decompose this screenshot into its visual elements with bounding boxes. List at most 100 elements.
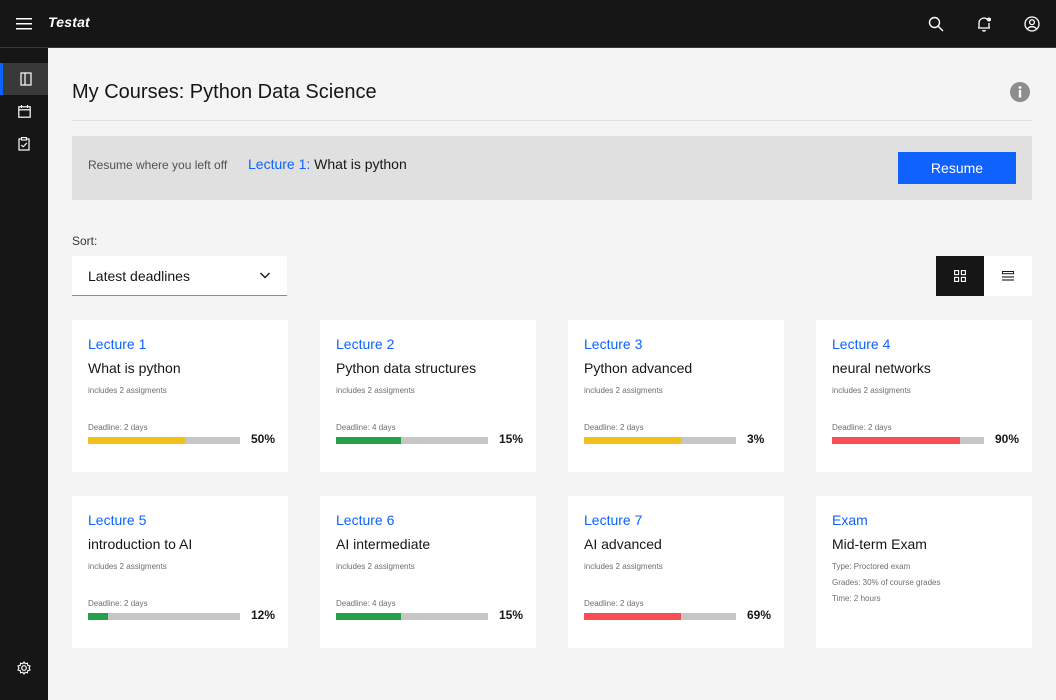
app-brand[interactable]: Testat [48,14,90,30]
card-subtitle: includes 2 assigments [88,386,167,395]
progress-track [88,437,240,444]
clipboard-icon [18,137,30,151]
card-title: What is python [88,360,181,376]
exam-grades: Grades: 30% of course grades [832,578,941,587]
nav-item-courses[interactable] [0,63,48,95]
sort-dropdown[interactable]: Latest deadlines [72,256,287,296]
book-icon [19,72,32,86]
card-deadline: Deadline: 2 days [584,599,644,608]
progress-track [88,613,240,620]
progress-fill [88,437,186,444]
resume-button[interactable]: Resume [898,152,1016,184]
search-icon [928,16,944,32]
exam-time: Time: 2 hours [832,594,881,603]
calendar-icon [17,104,31,118]
card-percent: 12% [251,608,276,622]
top-bar: Testat [0,0,1056,48]
progress-track [584,613,736,620]
list-view-button[interactable] [984,256,1032,296]
progress-track [584,437,736,444]
card-title: AI intermediate [336,536,431,552]
card-lecture-label[interactable]: Lecture 2 [336,336,394,352]
page-title: My Courses: Python Data Science [72,81,377,103]
card-lecture-label[interactable]: Lecture 6 [336,512,394,528]
course-card-lecture-2[interactable]: Lecture 2 Python data structures include… [320,320,536,472]
exam-label[interactable]: Exam [832,512,868,528]
card-percent: 15% [499,432,524,446]
side-nav [0,48,48,700]
search-button[interactable] [912,0,960,48]
resume-lecture-link[interactable]: Lecture 1: What is python [248,156,407,172]
resume-lecture-topic: What is python [314,156,407,172]
course-card-lecture-4[interactable]: Lecture 4 neural networks includes 2 ass… [816,320,1032,472]
nav-item-assignments[interactable] [0,128,48,160]
card-deadline: Deadline: 2 days [88,423,148,432]
progress-fill [584,437,682,444]
card-subtitle: includes 2 assigments [336,386,415,395]
card-subtitle: includes 2 assigments [584,386,663,395]
title-divider [72,120,1032,121]
chevron-down-icon [260,272,270,279]
card-lecture-label[interactable]: Lecture 5 [88,512,146,528]
list-icon [1002,271,1014,281]
course-card-lecture-6[interactable]: Lecture 6 AI intermediate includes 2 ass… [320,496,536,648]
progress-track [336,437,488,444]
view-toggle [936,256,1032,296]
card-subtitle: includes 2 assigments [336,562,415,571]
card-lecture-label[interactable]: Lecture 7 [584,512,642,528]
card-percent: 50% [251,432,276,446]
settings-icon [17,661,31,675]
card-percent: 69% [747,608,772,622]
progress-track [336,613,488,620]
info-icon[interactable] [1008,80,1032,104]
card-percent: 90% [995,432,1020,446]
course-card-lecture-3[interactable]: Lecture 3 Python advanced includes 2 ass… [568,320,784,472]
user-icon [1024,16,1040,32]
notification-icon [978,17,991,32]
sort-label: Sort: [72,234,98,248]
card-percent: 3% [747,432,765,446]
card-subtitle: includes 2 assigments [88,562,167,571]
card-deadline: Deadline: 4 days [336,423,396,432]
card-title: Python data structures [336,360,477,376]
card-deadline: Deadline: 4 days [336,599,396,608]
progress-track [832,437,984,444]
card-title: Python advanced [584,360,693,376]
progress-fill [584,613,682,620]
exam-title: Mid-term Exam [832,536,927,552]
menu-button[interactable] [0,0,48,48]
card-title: introduction to AI [88,536,193,552]
course-card-lecture-5[interactable]: Lecture 5 introduction to AI includes 2 … [72,496,288,648]
settings-button[interactable] [0,652,48,684]
card-deadline: Deadline: 2 days [832,423,892,432]
grid-icon [954,270,966,282]
notification-button[interactable] [960,0,1008,48]
sort-value: Latest deadlines [88,268,190,284]
menu-icon [16,18,32,30]
progress-fill [336,613,402,620]
nav-item-calendar[interactable] [0,95,48,127]
card-deadline: Deadline: 2 days [88,599,148,608]
resume-lecture-number[interactable]: Lecture 1: [248,156,310,172]
exam-type: Type: Proctored exam [832,562,911,571]
user-button[interactable] [1008,0,1056,48]
exam-card[interactable]: Exam Mid-term Exam Type: Proctored exam … [816,496,1032,648]
card-percent: 15% [499,608,524,622]
course-card-lecture-7[interactable]: Lecture 7 AI advanced includes 2 assigme… [568,496,784,648]
progress-fill [88,613,108,620]
course-card-lecture-1[interactable]: Lecture 1 What is python includes 2 assi… [72,320,288,472]
card-subtitle: includes 2 assigments [584,562,663,571]
card-lecture-label[interactable]: Lecture 4 [832,336,890,352]
card-deadline: Deadline: 2 days [584,423,644,432]
progress-fill [832,437,960,444]
card-lecture-label[interactable]: Lecture 1 [88,336,146,352]
main-content: My Courses: Python Data Science Resume w… [48,48,1056,700]
card-lecture-label[interactable]: Lecture 3 [584,336,642,352]
card-subtitle: includes 2 assigments [832,386,911,395]
progress-fill [336,437,402,444]
grid-view-button[interactable] [936,256,984,296]
card-title: neural networks [832,360,931,376]
card-title: AI advanced [584,536,662,552]
resume-banner: Resume where you left off Lecture 1: Wha… [72,136,1032,200]
resume-label: Resume where you left off [88,158,228,172]
